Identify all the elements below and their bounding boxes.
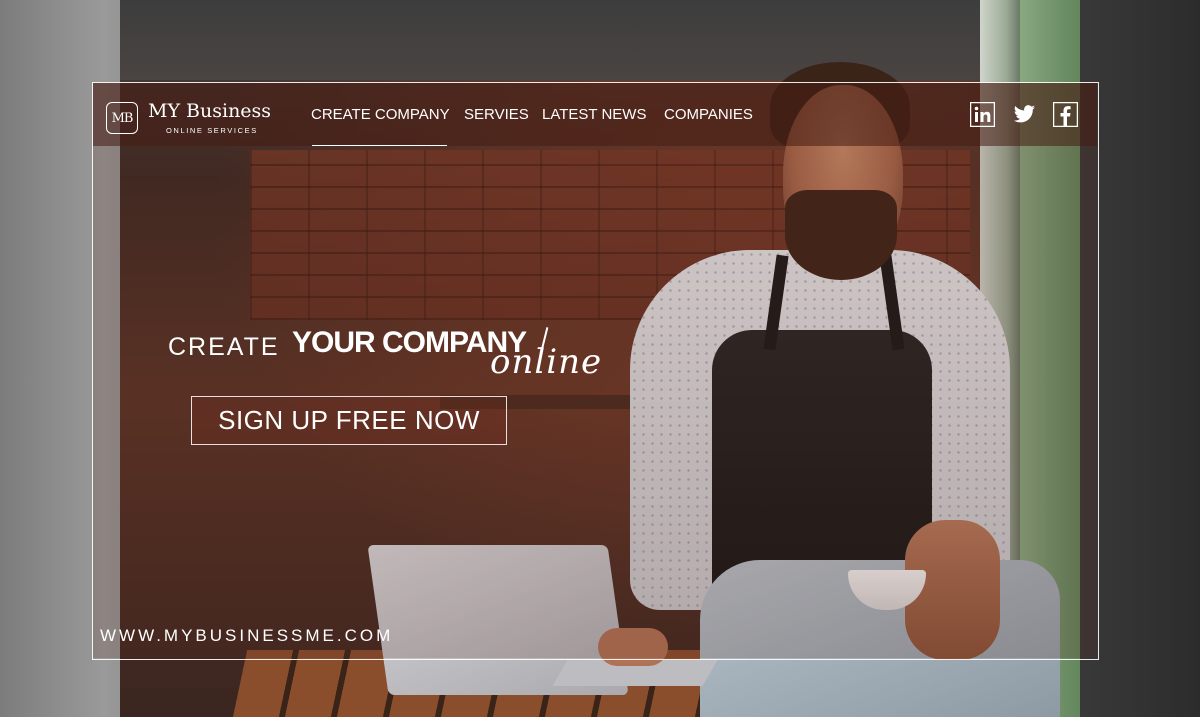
brand-tagline: ONLINE SERVICES [166, 126, 258, 135]
nav-item-companies[interactable]: COMPANIES [664, 106, 753, 123]
brand-name[interactable]: MY Business [148, 100, 271, 122]
sign-up-button[interactable]: SIGN UP FREE NOW [191, 396, 507, 445]
website-url: WWW.MYBUSINESSME.COM [100, 626, 394, 645]
sign-up-button-label: SIGN UP FREE NOW [218, 405, 480, 435]
facebook-icon[interactable] [1053, 102, 1078, 127]
hero-script-word: online [490, 342, 603, 382]
hero-prefix: CREATE [168, 333, 280, 361]
nav-active-underline [312, 145, 447, 146]
nav-item-latest-news[interactable]: LATEST NEWS [542, 106, 646, 123]
linkedin-icon[interactable] [970, 102, 995, 127]
logo-initials: MB [111, 110, 134, 126]
nav-item-create-company[interactable]: CREATE COMPANY [311, 106, 450, 123]
twitter-icon[interactable] [1012, 102, 1037, 127]
nav-item-servies[interactable]: SERVIES [464, 106, 529, 123]
brand-logo-mark[interactable]: MB [106, 102, 138, 134]
